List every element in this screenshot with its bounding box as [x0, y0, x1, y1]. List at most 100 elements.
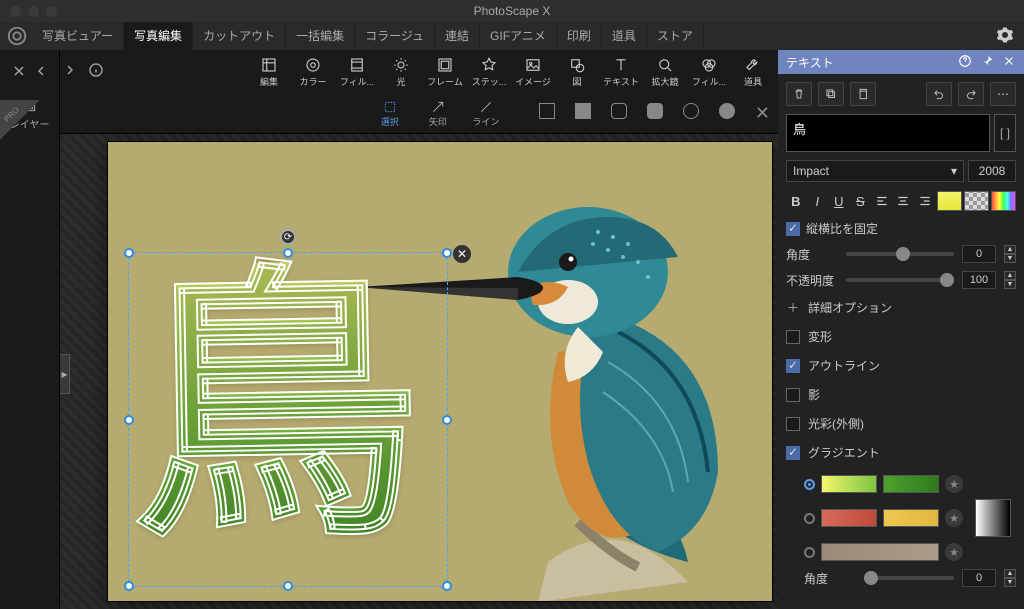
text-color-swatch[interactable] — [937, 191, 962, 211]
tool-magnifier[interactable]: 拡大鏡 — [644, 52, 686, 92]
settings-button[interactable] — [996, 26, 1014, 47]
opacity-stepper[interactable]: ▲▼ — [1004, 271, 1016, 289]
gradient-option-3-radio[interactable] — [804, 547, 815, 558]
help-button[interactable] — [958, 54, 972, 71]
next-button[interactable] — [62, 62, 78, 81]
tool-film[interactable]: フィル... — [336, 52, 378, 92]
gradient-color-3[interactable] — [821, 543, 939, 561]
gradient-fav-2[interactable]: ★ — [945, 509, 963, 527]
tab-print[interactable]: 印刷 — [557, 22, 602, 50]
duplicate-button[interactable] — [818, 82, 844, 106]
tab-collage[interactable]: コラージュ — [355, 22, 435, 50]
tool-toolbox[interactable]: 道具 — [732, 52, 774, 92]
align-center-button[interactable] — [894, 190, 914, 212]
zoom-window-button[interactable] — [46, 6, 57, 17]
angle-slider[interactable] — [846, 252, 954, 256]
shape-roundrect-filled[interactable] — [647, 103, 663, 119]
tool-frame[interactable]: フレーム — [424, 52, 466, 92]
tab-tools[interactable]: 道具 — [602, 22, 647, 50]
gradient-color-1b[interactable] — [883, 475, 939, 493]
redo-button[interactable] — [958, 82, 984, 106]
advanced-options-row[interactable]: ＋詳細オプション — [786, 297, 1016, 318]
gradient-row[interactable]: グラジエント — [786, 442, 1016, 463]
delete-button[interactable] — [786, 82, 812, 106]
gradient-angle-value[interactable]: 0 — [962, 569, 996, 587]
gradient-angle-slider[interactable] — [864, 576, 954, 580]
tab-cutout[interactable]: カットアウト — [193, 22, 286, 50]
gradient-checkbox[interactable] — [786, 446, 800, 460]
shape-circle-outline[interactable] — [683, 103, 699, 119]
opacity-slider[interactable] — [846, 278, 954, 282]
tool-light[interactable]: 光 — [380, 52, 422, 92]
undo-button[interactable] — [926, 82, 952, 106]
tool-filter[interactable]: フィル... — [688, 52, 730, 92]
outline-checkbox[interactable] — [786, 359, 800, 373]
gradient-angle-stepper[interactable]: ▲▼ — [1004, 569, 1016, 587]
align-left-button[interactable] — [872, 190, 892, 212]
subtool-arrow[interactable]: 矢印 — [423, 99, 453, 128]
tab-store[interactable]: ストア — [647, 22, 704, 50]
lock-aspect-checkbox[interactable] — [786, 222, 800, 236]
gradient-preset-bw[interactable] — [975, 499, 1011, 537]
text-brackets-button[interactable]: [ ] — [994, 114, 1016, 152]
tool-sticker[interactable]: ステッ... — [468, 52, 510, 92]
italic-button[interactable]: I — [808, 190, 828, 212]
shape-rect-outline[interactable] — [539, 103, 555, 119]
gradient-fav-3[interactable]: ★ — [945, 543, 963, 561]
close-window-button[interactable] — [10, 6, 21, 17]
bold-button[interactable]: B — [786, 190, 806, 212]
glow-checkbox[interactable] — [786, 417, 800, 431]
align-right-button[interactable] — [915, 190, 935, 212]
shape-rect-filled[interactable] — [575, 103, 591, 119]
subtool-select[interactable]: 選択 — [375, 99, 405, 128]
opacity-value[interactable]: 100 — [962, 271, 996, 289]
resize-handle-bm[interactable] — [283, 581, 293, 591]
pin-button[interactable] — [980, 54, 994, 71]
expand-left-panel-button[interactable]: ▸ — [60, 354, 70, 394]
transform-checkbox[interactable] — [786, 330, 800, 344]
canvas-stage[interactable]: ▸ — [60, 134, 778, 609]
gradient-fav-1[interactable]: ★ — [945, 475, 963, 493]
tab-gif[interactable]: GIFアニメ — [480, 22, 557, 50]
glow-row[interactable]: 光彩(外側) — [786, 413, 1016, 434]
transform-row[interactable]: 変形 — [786, 326, 1016, 347]
text-object[interactable]: 鳥 — [130, 262, 440, 582]
font-size-input[interactable] — [968, 160, 1016, 182]
subtool-line[interactable]: ライン — [471, 99, 501, 128]
strike-button[interactable]: S — [851, 190, 871, 212]
outline-row[interactable]: アウトライン — [786, 355, 1016, 376]
text-content-input[interactable] — [786, 114, 990, 152]
gradient-color-2a[interactable] — [821, 509, 877, 527]
tab-viewer[interactable]: 写真ビュアー — [32, 22, 124, 50]
text-rainbow-swatch[interactable] — [991, 191, 1016, 211]
minimize-window-button[interactable] — [28, 6, 39, 17]
tab-combine[interactable]: 連結 — [435, 22, 480, 50]
tool-image[interactable]: イメージ — [512, 52, 554, 92]
tool-color[interactable]: カラー — [292, 52, 334, 92]
rotate-handle[interactable]: ⟳ — [280, 229, 296, 245]
info-button[interactable] — [88, 62, 104, 81]
tool-edit[interactable]: 編集 — [248, 52, 290, 92]
shadow-row[interactable]: 影 — [786, 384, 1016, 405]
tool-shape[interactable]: 図 — [556, 52, 598, 92]
gradient-option-2-radio[interactable] — [804, 513, 815, 524]
shape-circle-filled[interactable] — [719, 103, 735, 119]
font-family-select[interactable]: Impact▾ — [786, 160, 964, 182]
shape-roundrect-outline[interactable] — [611, 103, 627, 119]
angle-stepper[interactable]: ▲▼ — [1004, 245, 1016, 263]
tool-text[interactable]: テキスト — [600, 52, 642, 92]
underline-button[interactable]: U — [829, 190, 849, 212]
gradient-color-2b[interactable] — [883, 509, 939, 527]
close-document-button[interactable] — [11, 63, 27, 82]
tab-editor[interactable]: 写真編集 — [124, 22, 193, 50]
shadow-checkbox[interactable] — [786, 388, 800, 402]
gradient-color-1a[interactable] — [821, 475, 877, 493]
edited-image[interactable]: 鳥 ⟳ ✕ — [108, 142, 772, 601]
close-panel-button[interactable] — [1002, 54, 1016, 71]
copy-button[interactable] — [850, 82, 876, 106]
more-button[interactable]: ⋯ — [990, 82, 1016, 106]
tab-batch[interactable]: 一括編集 — [286, 22, 355, 50]
text-transparent-swatch[interactable] — [964, 191, 989, 211]
angle-value[interactable]: 0 — [962, 245, 996, 263]
resize-handle-bl[interactable] — [124, 581, 134, 591]
